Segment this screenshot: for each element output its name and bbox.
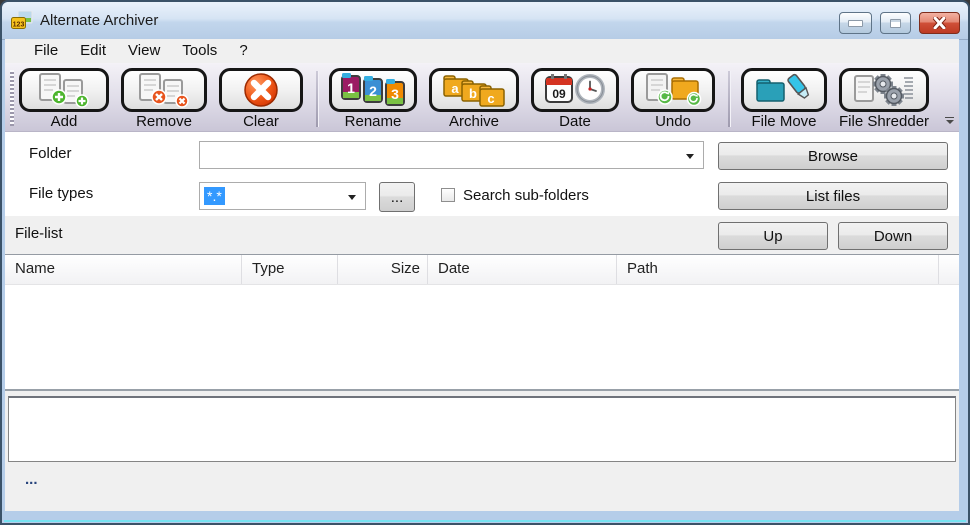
rename-icon: 1 2 3 <box>340 72 406 108</box>
archive-label: Archive <box>449 113 499 130</box>
file-list-table: Name Type Size Date Path <box>5 254 959 391</box>
file-shredder-label: File Shredder <box>839 113 929 130</box>
chevron-down-icon <box>946 120 954 124</box>
svg-text:c: c <box>487 91 494 106</box>
toolbar-separator <box>316 71 319 127</box>
maximize-button[interactable] <box>880 12 911 34</box>
menu-edit[interactable]: Edit <box>69 39 117 63</box>
folder-label: Folder <box>29 145 72 162</box>
date-button[interactable]: 09 Date <box>531 68 619 130</box>
app-window: 123 Alternate Archiver File Edit View To… <box>0 0 970 525</box>
column-header-size[interactable]: Size <box>338 255 428 284</box>
down-label: Down <box>874 228 912 245</box>
client-area: File Edit View Tools ? <box>5 39 959 511</box>
table-body[interactable] <box>5 285 959 391</box>
file-list-band: File-list Up Down <box>5 216 959 254</box>
rename-label: Rename <box>345 113 402 130</box>
close-button[interactable] <box>919 12 960 34</box>
menu-view[interactable]: View <box>117 39 171 63</box>
file-shredder-icon <box>853 72 915 108</box>
browse-label: Browse <box>808 148 858 165</box>
remove-files-icon <box>136 72 192 108</box>
remove-button[interactable]: Remove <box>121 68 207 130</box>
window-bottom-accent <box>4 520 966 522</box>
clear-label: Clear <box>243 113 279 130</box>
archive-folders-icon: a b c <box>442 72 506 108</box>
toolbar-overflow-button[interactable] <box>945 117 954 124</box>
overflow-bar-icon <box>945 117 954 118</box>
chevron-down-icon[interactable] <box>348 195 356 200</box>
titlebar[interactable]: 123 Alternate Archiver <box>2 2 968 40</box>
date-label: Date <box>559 113 591 130</box>
file-shredder-button[interactable]: File Shredder <box>839 68 929 130</box>
add-label: Add <box>51 113 78 130</box>
minimize-icon <box>848 20 863 27</box>
column-header-name[interactable]: Name <box>5 255 242 284</box>
file-types-label: File types <box>29 185 93 202</box>
undo-label: Undo <box>655 113 691 130</box>
file-move-icon <box>755 72 813 108</box>
statusbar-text: ... <box>25 471 38 488</box>
output-panel[interactable] <box>8 396 956 462</box>
toolbar-separator <box>728 71 731 127</box>
remove-label: Remove <box>136 113 192 130</box>
column-header-stub <box>939 255 959 284</box>
maximize-icon <box>890 19 901 28</box>
undo-button[interactable]: Undo <box>631 68 715 130</box>
date-calendar-clock-icon: 09 <box>544 72 606 108</box>
minimize-button[interactable] <box>839 12 872 34</box>
rename-button[interactable]: 1 2 3 <box>329 68 417 130</box>
more-file-types-button[interactable]: ... <box>379 182 415 212</box>
menu-tools[interactable]: Tools <box>171 39 228 63</box>
svg-text:123: 123 <box>13 22 25 29</box>
toolbar: Add Remove <box>5 63 959 132</box>
svg-text:b: b <box>469 86 477 101</box>
undo-icon <box>644 72 702 108</box>
search-subfolders-label: Search sub-folders <box>463 187 589 204</box>
list-files-label: List files <box>806 188 860 205</box>
folder-combobox[interactable] <box>199 141 704 169</box>
table-header: Name Type Size Date Path <box>5 255 959 285</box>
up-button[interactable]: Up <box>718 222 828 250</box>
down-button[interactable]: Down <box>838 222 948 250</box>
menu-help[interactable]: ? <box>228 39 258 63</box>
add-button[interactable]: Add <box>19 68 109 130</box>
column-header-path[interactable]: Path <box>617 255 939 284</box>
svg-text:09: 09 <box>552 87 566 101</box>
svg-text:3: 3 <box>391 86 399 102</box>
svg-text:a: a <box>451 81 459 96</box>
column-header-type[interactable]: Type <box>242 255 338 284</box>
archive-button[interactable]: a b c Arch <box>429 68 519 130</box>
svg-text:1: 1 <box>347 80 355 96</box>
column-header-date[interactable]: Date <box>428 255 617 284</box>
chevron-down-icon[interactable] <box>686 154 694 159</box>
window-title: Alternate Archiver <box>40 2 158 39</box>
clear-icon <box>242 71 280 109</box>
up-label: Up <box>763 228 782 245</box>
app-icon[interactable]: 123 <box>11 11 33 30</box>
window-controls <box>831 12 960 34</box>
browse-button[interactable]: Browse <box>718 142 948 170</box>
form-area: Folder Browse File types *.* ... Search … <box>5 132 959 216</box>
file-move-button[interactable]: File Move <box>741 68 827 130</box>
svg-text:2: 2 <box>369 83 377 99</box>
file-types-value: *.* <box>204 187 225 205</box>
clear-button[interactable]: Clear <box>219 68 303 130</box>
file-list-section-label: File-list <box>15 225 63 242</box>
ellipsis-label: ... <box>391 189 404 206</box>
close-icon <box>933 17 946 29</box>
toolbar-grip-handle[interactable] <box>10 70 14 126</box>
list-files-button[interactable]: List files <box>718 182 948 210</box>
menu-file[interactable]: File <box>23 39 69 63</box>
file-types-combobox[interactable]: *.* <box>199 182 366 210</box>
add-files-icon <box>36 72 92 108</box>
file-move-label: File Move <box>751 113 816 130</box>
menubar: File Edit View Tools ? <box>5 39 959 63</box>
search-subfolders-checkbox[interactable] <box>441 188 455 202</box>
